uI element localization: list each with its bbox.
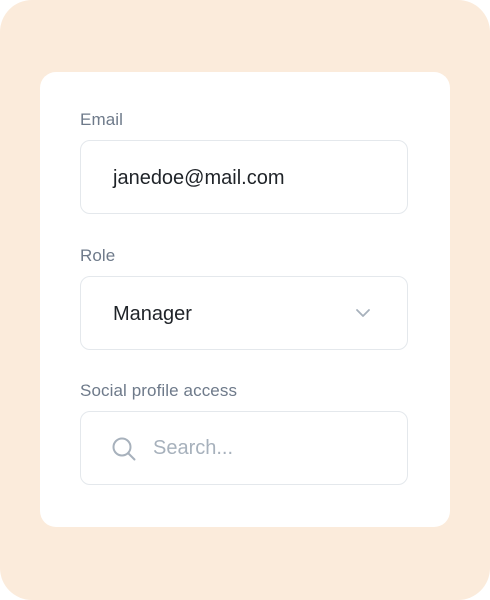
email-field[interactable]: janedoe@mail.com (80, 140, 408, 214)
search-icon (112, 437, 136, 461)
search-input[interactable] (153, 412, 383, 484)
email-value: janedoe@mail.com (113, 167, 285, 189)
email-label: Email (80, 110, 124, 129)
chevron-down-icon[interactable] (355, 307, 371, 319)
page-background: Email janedoe@mail.com Role Manager Soci… (0, 0, 490, 600)
form-card: Email janedoe@mail.com Role Manager Soci… (40, 72, 450, 527)
social-profile-search-field[interactable] (80, 411, 408, 485)
role-select[interactable]: Manager (80, 276, 408, 350)
role-label: Role (80, 246, 116, 265)
role-selected-value: Manager (113, 303, 192, 325)
social-profile-access-label: Social profile access (80, 381, 238, 400)
